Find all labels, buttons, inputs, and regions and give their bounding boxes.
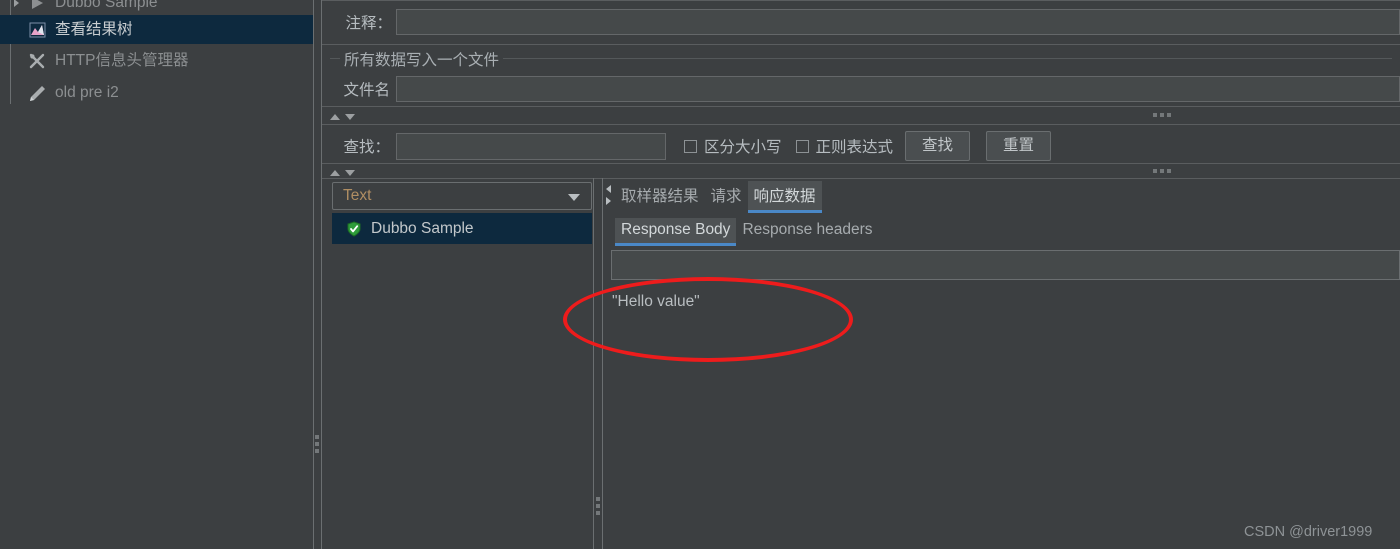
arrow-right-icon bbox=[28, 0, 48, 12]
search-strip-divider bbox=[322, 124, 1400, 125]
test-plan-tree-panel: Dubbo Sample 查看结果树 HTTP信息头管理器 old pre i2 bbox=[0, 0, 313, 549]
case-sensitive-checkbox[interactable]: 区分大小写 bbox=[684, 135, 782, 157]
scroll-right-icon[interactable] bbox=[605, 197, 611, 205]
tree-item-label: Dubbo Sample bbox=[55, 0, 158, 11]
search-row: 查找： 区分大小写 正则表达式 查找 重置 bbox=[322, 131, 1052, 161]
chevron-right-icon bbox=[14, 0, 19, 7]
collapse-down-icon[interactable] bbox=[345, 113, 355, 120]
tab-sampler-result[interactable]: 取样器结果 bbox=[615, 181, 705, 210]
search-input[interactable] bbox=[396, 132, 666, 160]
filename-row-divider bbox=[322, 106, 1400, 107]
checkbox-box-icon[interactable] bbox=[795, 139, 809, 153]
response-search-input[interactable] bbox=[611, 250, 1400, 280]
regex-label: 正则表达式 bbox=[815, 139, 894, 156]
search-divider-grip[interactable] bbox=[1153, 113, 1171, 117]
output-file-group-title: 所有数据写入一个文件 bbox=[340, 48, 504, 70]
app-root: Dubbo Sample 查看结果树 HTTP信息头管理器 old pre i2… bbox=[0, 0, 1400, 549]
filename-row: 文件名 bbox=[322, 76, 1400, 102]
tab-response-data[interactable]: 响应数据 bbox=[747, 181, 822, 213]
results-strip-divider bbox=[322, 178, 1400, 179]
tree-item-label: HTTP信息头管理器 bbox=[55, 51, 189, 69]
tab-scroll-controls[interactable] bbox=[603, 182, 613, 208]
watermark: CSDN @driver1999 bbox=[1244, 524, 1373, 540]
collapse-up-icon[interactable] bbox=[330, 113, 340, 120]
response-subtabstrip[interactable]: Response Body Response headers bbox=[615, 218, 879, 246]
search-label: 查找： bbox=[343, 139, 390, 156]
tree-item-old-pre-i2[interactable]: old pre i2 bbox=[0, 78, 313, 107]
checkbox-box-icon[interactable] bbox=[684, 139, 697, 153]
tree-item-http-header-manager[interactable]: HTTP信息头管理器 bbox=[0, 46, 313, 75]
filename-label: 文件名 bbox=[343, 82, 390, 99]
collapse-strip-search[interactable] bbox=[322, 110, 1400, 123]
collapse-down-icon[interactable] bbox=[345, 169, 355, 176]
detail-splitter-right bbox=[602, 178, 603, 549]
tab-response-headers[interactable]: Response headers bbox=[736, 218, 878, 243]
shield-success-icon bbox=[346, 220, 362, 237]
pencil-icon bbox=[28, 84, 48, 102]
comment-label: 注释： bbox=[345, 15, 392, 32]
tab-response-body[interactable]: Response Body bbox=[615, 218, 737, 246]
comment-row-divider bbox=[322, 44, 1400, 45]
list-item-label: Dubbo Sample bbox=[371, 219, 474, 237]
results-tree-config-panel: 注释： 所有数据写入一个文件 文件名 查找： 区分大小写 正则表达式 查找 重置… bbox=[322, 0, 1400, 549]
panel-top-divider bbox=[322, 0, 1400, 1]
detail-splitter-left[interactable] bbox=[593, 178, 594, 549]
detail-splitter-grip[interactable] bbox=[596, 497, 600, 515]
tree-item-label: 查看结果树 bbox=[55, 20, 133, 38]
scroll-left-icon[interactable] bbox=[605, 185, 611, 193]
find-button[interactable]: 查找 bbox=[905, 131, 971, 161]
tree-panel-splitter[interactable] bbox=[313, 0, 314, 549]
renderer-selected-value: Text bbox=[343, 187, 372, 204]
renderer-combobox[interactable]: Text bbox=[332, 182, 592, 210]
response-body-text: "Hello value" bbox=[612, 293, 700, 310]
comment-row: 注释： bbox=[322, 9, 1400, 35]
comment-input[interactable] bbox=[396, 9, 1400, 35]
reset-button[interactable]: 重置 bbox=[986, 131, 1052, 161]
detail-tabstrip[interactable]: 取样器结果 请求 响应数据 bbox=[615, 181, 822, 213]
collapse-up-icon[interactable] bbox=[330, 169, 340, 176]
regex-checkbox[interactable]: 正则表达式 bbox=[795, 135, 894, 157]
filename-input[interactable] bbox=[396, 76, 1400, 102]
tree-item-view-results-tree[interactable]: 查看结果树 bbox=[0, 15, 313, 44]
search-row-divider bbox=[322, 163, 1400, 164]
case-sensitive-label: 区分大小写 bbox=[704, 139, 782, 156]
list-item[interactable]: Dubbo Sample bbox=[332, 213, 592, 244]
results-divider-grip[interactable] bbox=[1153, 169, 1171, 173]
view-results-tree-icon bbox=[28, 21, 48, 39]
tree-item-label: old pre i2 bbox=[55, 83, 119, 101]
sampler-result-list[interactable]: Dubbo Sample bbox=[332, 213, 592, 549]
chevron-down-icon[interactable] bbox=[568, 194, 580, 201]
tab-request[interactable]: 请求 bbox=[705, 181, 748, 210]
header-manager-icon bbox=[28, 52, 48, 70]
tree-splitter-grip[interactable] bbox=[315, 435, 319, 453]
